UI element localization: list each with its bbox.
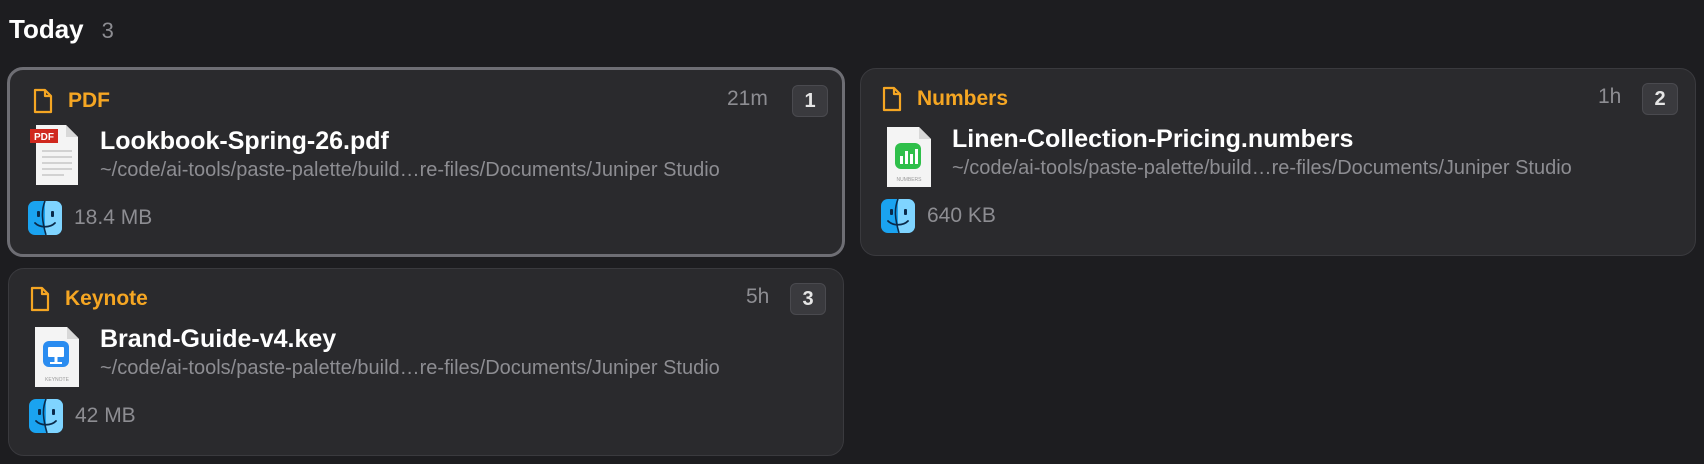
shortcut-badge: 2: [1642, 83, 1678, 115]
shortcut-badge: 3: [790, 283, 826, 315]
source-row: 640 KB: [881, 199, 996, 233]
pdf-file-icon: PDF: [30, 125, 78, 185]
item-time: 1h: [1598, 85, 1622, 108]
document-icon: [33, 88, 53, 114]
section-header: Today 3: [9, 14, 114, 45]
clipboard-item-card[interactable]: Keynote 5h 3 KEYNOTE Brand-Guide-v4.key …: [8, 268, 844, 456]
finder-icon: [29, 399, 63, 433]
type-label: Keynote: [65, 287, 148, 310]
file-name: Brand-Guide-v4.key: [100, 325, 337, 353]
file-name: Lookbook-Spring-26.pdf: [100, 127, 389, 155]
file-path: ~/code/ai-tools/paste-palette/build…re-f…: [100, 357, 720, 379]
file-size: 18.4 MB: [74, 206, 153, 229]
document-icon: [882, 86, 902, 112]
section-count: 3: [101, 18, 114, 43]
item-type: PDF: [32, 88, 110, 114]
source-row: 42 MB: [29, 399, 136, 433]
clipboard-item-card[interactable]: Numbers 1h 2 NUMBERS Linen-Collection-Pr…: [860, 68, 1696, 256]
keynote-badge-text: KEYNOTE: [45, 377, 70, 383]
file-size: 640 KB: [927, 204, 996, 227]
numbers-badge-text: NUMBERS: [896, 177, 922, 183]
item-time: 5h: [746, 285, 770, 308]
numbers-file-icon: NUMBERS: [887, 127, 931, 187]
clipboard-item-card[interactable]: PDF 21m 1 PDF Lookbook-Spring-26.pdf ~/c…: [7, 67, 845, 257]
source-row: 18.4 MB: [28, 201, 152, 235]
finder-icon: [881, 199, 915, 233]
file-name: Linen-Collection-Pricing.numbers: [952, 125, 1354, 153]
section-title: Today: [9, 14, 84, 44]
file-path: ~/code/ai-tools/paste-palette/build…re-f…: [100, 159, 720, 181]
finder-icon: [28, 201, 62, 235]
item-type: Numbers: [881, 86, 1008, 112]
pdf-badge-text: PDF: [34, 132, 54, 143]
file-size: 42 MB: [75, 404, 136, 427]
item-type: Keynote: [29, 286, 148, 312]
type-label: PDF: [68, 89, 110, 112]
file-path: ~/code/ai-tools/paste-palette/build…re-f…: [952, 157, 1572, 179]
type-label: Numbers: [917, 87, 1009, 110]
shortcut-badge: 1: [792, 85, 828, 117]
item-time: 21m: [727, 87, 768, 110]
keynote-file-icon: KEYNOTE: [35, 327, 79, 387]
document-icon: [30, 286, 50, 312]
